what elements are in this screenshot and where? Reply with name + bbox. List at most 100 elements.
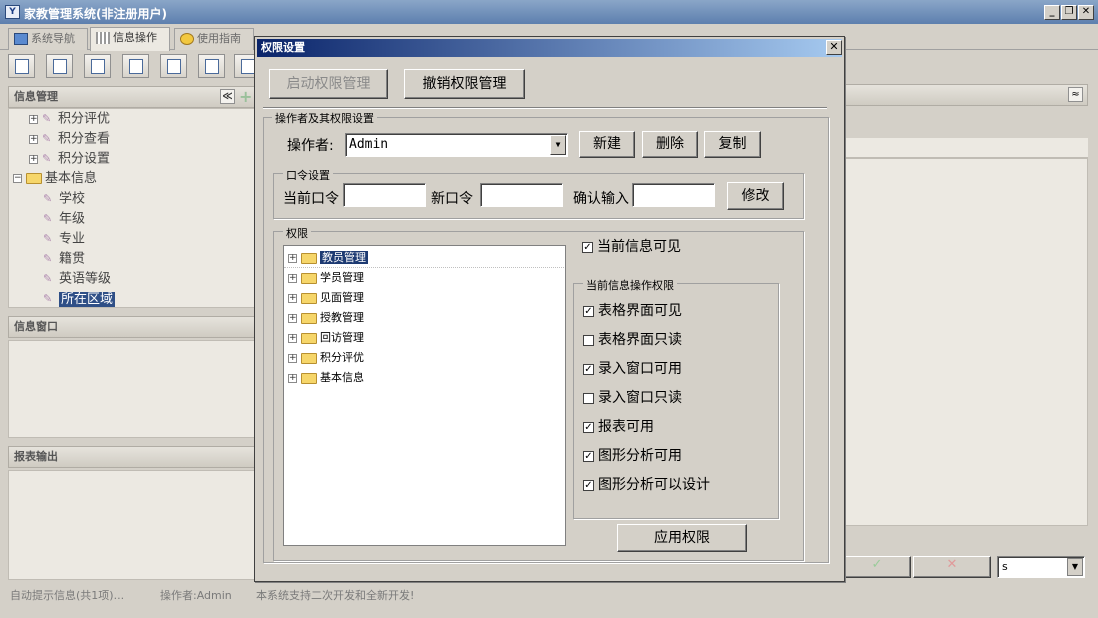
tree-item[interactable]: + ✎ 积分查看 xyxy=(29,129,110,149)
key-icon: ✎ xyxy=(43,252,53,265)
op-checkbox-row[interactable]: ✓ 录入窗口可用 xyxy=(583,359,682,379)
tree-item[interactable]: ✎ 籍贯 xyxy=(43,249,85,269)
key-icon: ✎ xyxy=(43,272,53,285)
chevron-down-icon[interactable]: ▼ xyxy=(550,135,566,155)
folder-icon xyxy=(26,173,42,184)
right-select[interactable]: s ▼ xyxy=(997,556,1085,578)
right-panel-header: ≈ xyxy=(843,84,1088,106)
op-label: 图形分析可用 xyxy=(598,448,682,464)
checkbox-checked[interactable]: ✓ xyxy=(583,305,594,317)
help-icon xyxy=(180,33,194,45)
op-checkbox-row[interactable]: 表格界面只读 xyxy=(583,330,682,350)
plus-icon: + xyxy=(239,87,253,106)
tree-item[interactable]: ✎ 英语等级 xyxy=(43,269,111,289)
op-checkbox-row[interactable]: 录入窗口只读 xyxy=(583,388,682,408)
list-tool-button[interactable] xyxy=(46,54,73,78)
dialog-close-button[interactable]: ✕ xyxy=(826,40,842,55)
tree-item[interactable]: ✎ 年级 xyxy=(43,209,85,229)
op-checkbox-row[interactable]: ✓ 表格界面可见 xyxy=(583,301,682,321)
tab-label: 使用指南 xyxy=(197,32,241,45)
current-password-input[interactable] xyxy=(343,183,426,207)
select-value: s xyxy=(1002,560,1008,573)
perm-tree-label: 积分评优 xyxy=(320,351,364,364)
export-tool-button[interactable] xyxy=(198,54,225,78)
perm-tree-item[interactable]: + 授教管理 xyxy=(288,308,364,328)
expand-icon: + xyxy=(288,352,297,363)
tree-item[interactable]: + ✎ 积分评优 xyxy=(29,109,110,129)
checkbox-unchecked[interactable] xyxy=(583,392,594,404)
operator-select[interactable]: Admin ▼ xyxy=(345,133,568,157)
search-tool-button[interactable] xyxy=(8,54,35,78)
perm-tree-item-selected[interactable]: + 教员管理 xyxy=(288,248,368,268)
new-operator-button[interactable]: 新建 xyxy=(579,131,635,158)
perm-tree-item[interactable]: + 回访管理 xyxy=(288,328,364,348)
tab-info-ops[interactable]: 信息操作 xyxy=(90,27,170,51)
op-checkbox-row[interactable]: ✓ 图形分析可用 xyxy=(583,446,682,466)
new-password-input[interactable] xyxy=(480,183,563,207)
operator-group-label: 操作者及其权限设置 xyxy=(272,110,377,126)
checkbox-unchecked[interactable] xyxy=(583,334,594,346)
perm-tree-item[interactable]: + 学员管理 xyxy=(288,268,364,288)
expand-icon: + xyxy=(288,292,297,303)
perm-tree-label: 教员管理 xyxy=(320,251,368,264)
toolbar xyxy=(0,51,261,82)
tree-item[interactable]: ✎ 学校 xyxy=(43,189,85,209)
perm-tree-label: 学员管理 xyxy=(320,271,364,284)
permission-tree[interactable]: + 教员管理 + 学员管理 + 见面管理 + 授教管理 + 回访管理 + 积分评优 + 基本信… xyxy=(283,245,566,546)
perm-tree-item[interactable]: + 基本信息 xyxy=(288,368,364,388)
confirm-password-input[interactable] xyxy=(632,183,715,207)
start-permission-button[interactable]: 启动权限管理 xyxy=(269,69,388,99)
perm-tree-item[interactable]: + 积分评优 xyxy=(288,348,364,368)
divider xyxy=(263,107,827,108)
modify-password-button[interactable]: 修改 xyxy=(727,182,784,210)
tab-system-nav[interactable]: 系统导航 xyxy=(8,28,88,50)
key-icon: ✎ xyxy=(42,152,52,165)
window-titlebar: Y 家教管理系统(非注册用户) _ ❐ ✕ xyxy=(0,0,1098,24)
tree-item[interactable]: + ✎ 积分设置 xyxy=(29,149,110,169)
restore-button[interactable]: ❐ xyxy=(1061,5,1077,20)
tab-guide[interactable]: 使用指南 xyxy=(174,28,254,50)
delete-operator-button[interactable]: 删除 xyxy=(642,131,698,158)
collapse-right-button[interactable]: ≈ xyxy=(1068,87,1083,102)
confirm-button[interactable]: ✓ xyxy=(843,556,911,578)
expand-icon: + xyxy=(288,272,297,283)
status-bar: 自动提示信息(共1项)... 操作者:Admin 本系统支持二次开发和全新开发! xyxy=(0,586,1098,606)
visible-checkbox[interactable]: ✓ xyxy=(582,241,593,253)
collapse-button[interactable]: ≪ xyxy=(220,89,235,104)
tree-item[interactable]: − 基本信息 xyxy=(13,169,97,189)
info-window-body xyxy=(8,340,258,438)
visible-checkbox-row[interactable]: ✓ 当前信息可见 xyxy=(582,237,681,257)
checkbox-checked[interactable]: ✓ xyxy=(583,479,594,491)
copy-operator-button[interactable]: 复制 xyxy=(704,131,761,158)
status-hint: 自动提示信息(共1项)... xyxy=(10,589,125,602)
revoke-permission-button[interactable]: 撤销权限管理 xyxy=(404,69,525,99)
cancel-button[interactable]: ✕ xyxy=(913,556,991,578)
checkbox-checked[interactable]: ✓ xyxy=(583,421,594,433)
tree-item[interactable]: ✎ 专业 xyxy=(43,229,85,249)
window-tool-button[interactable] xyxy=(160,54,187,78)
perm-tree-item[interactable]: + 见面管理 xyxy=(288,288,364,308)
op-checkbox-row[interactable]: ✓ 报表可用 xyxy=(583,417,654,437)
checkbox-checked[interactable]: ✓ xyxy=(583,450,594,462)
info-window-header: 信息窗口 xyxy=(8,316,258,338)
op-checkbox-row[interactable]: ✓ 图形分析可以设计 xyxy=(583,475,710,495)
password-group-label: 口令设置 xyxy=(283,167,333,183)
document-icon xyxy=(91,59,105,74)
close-button[interactable]: ✕ xyxy=(1078,5,1094,20)
apply-permission-button[interactable]: 应用权限 xyxy=(617,524,747,552)
tab-label: 信息操作 xyxy=(113,31,157,44)
checkbox-checked[interactable]: ✓ xyxy=(583,363,594,375)
tree-item-selected[interactable]: ✎ 所在区域 xyxy=(43,289,116,309)
users-tool-button[interactable] xyxy=(122,54,149,78)
minimize-button[interactable]: _ xyxy=(1044,5,1060,20)
key-icon: ✎ xyxy=(42,112,52,125)
operator-value: Admin xyxy=(349,137,389,152)
folder-icon xyxy=(301,292,317,304)
chevron-down-icon[interactable]: ▼ xyxy=(1067,558,1083,576)
right-grid-header xyxy=(843,138,1088,158)
key-icon: ✎ xyxy=(43,212,53,225)
export-icon xyxy=(205,59,219,74)
op-label: 表格界面只读 xyxy=(598,332,682,348)
document-tool-button[interactable] xyxy=(84,54,111,78)
op-label: 图形分析可以设计 xyxy=(598,477,710,493)
